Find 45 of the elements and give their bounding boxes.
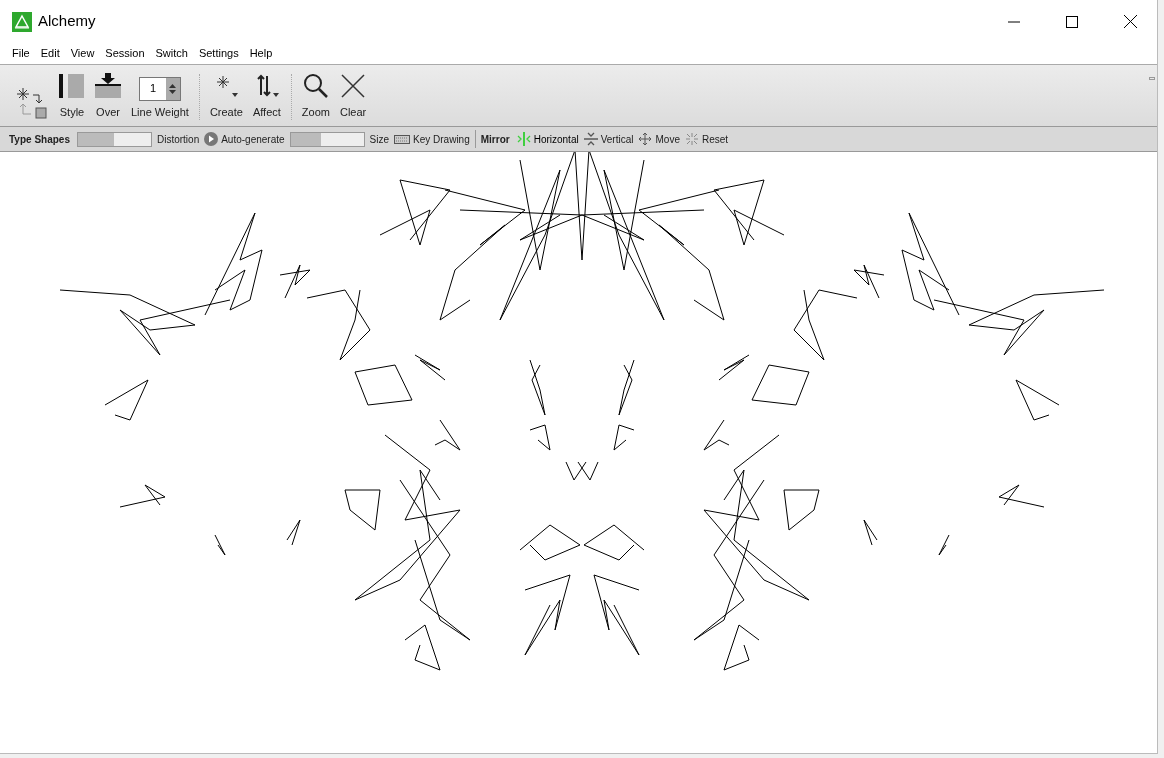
- window-title: Alchemy: [38, 11, 96, 32]
- mirror-vertical-icon: [583, 132, 598, 146]
- menu-item[interactable]: View: [65, 45, 100, 62]
- close-icon: [1123, 15, 1137, 28]
- slider-label: Distortion: [156, 132, 200, 147]
- clear-icon: [340, 72, 367, 99]
- menu-item[interactable]: Help: [244, 45, 278, 62]
- section-heading: Type Shapes: [9, 132, 70, 147]
- menu-item[interactable]: Session: [100, 45, 150, 62]
- toolbar-label: Line Weight: [131, 104, 189, 120]
- layer-over-icon: [95, 72, 121, 99]
- reset-button[interactable]: Reset: [684, 131, 729, 147]
- keyboard-button[interactable]: Key Drawing: [394, 131, 470, 147]
- slider-track[interactable]: [289, 131, 365, 147]
- vertical-button[interactable]: Vertical: [583, 131, 634, 147]
- play-button[interactable]: Auto-generate: [204, 131, 285, 147]
- maximize-icon: [1066, 15, 1078, 28]
- app-logo-icon: [12, 11, 32, 32]
- swap-icon: [15, 86, 49, 120]
- line-weight-spinner[interactable]: 1: [138, 76, 181, 101]
- move-button[interactable]: Move: [638, 131, 680, 147]
- play-icon: [204, 132, 219, 146]
- section-heading: Mirror: [480, 132, 510, 147]
- horizontal-button[interactable]: Horizontal: [516, 131, 579, 147]
- clear-tool-button[interactable]: Clear: [335, 72, 372, 120]
- create-tool-button[interactable]: Create: [204, 72, 248, 120]
- mirror-horizontal-icon: [516, 132, 531, 146]
- menu-item[interactable]: Edit: [35, 45, 65, 62]
- down-arrow-icon[interactable]: [169, 89, 177, 94]
- menu-item[interactable]: Switch: [150, 45, 193, 62]
- menu-item[interactable]: File: [7, 45, 35, 62]
- keyboard-icon: [394, 134, 411, 144]
- zoom-tool-button[interactable]: Zoom: [296, 72, 335, 120]
- move-icon: [638, 132, 653, 146]
- style-tool-button[interactable]: Style: [54, 72, 90, 120]
- up-arrow-icon[interactable]: [169, 83, 177, 88]
- slider-label: Size: [369, 132, 390, 147]
- menu-item[interactable]: Settings: [193, 45, 244, 62]
- search-icon: [302, 72, 329, 99]
- style-icon: [59, 72, 85, 99]
- reset-icon: [684, 132, 699, 146]
- minimize-icon: [1008, 20, 1020, 23]
- over-tool-button[interactable]: Over: [90, 72, 126, 120]
- slider-track[interactable]: [76, 131, 152, 147]
- affect-tool-button[interactable]: Affect: [247, 72, 286, 120]
